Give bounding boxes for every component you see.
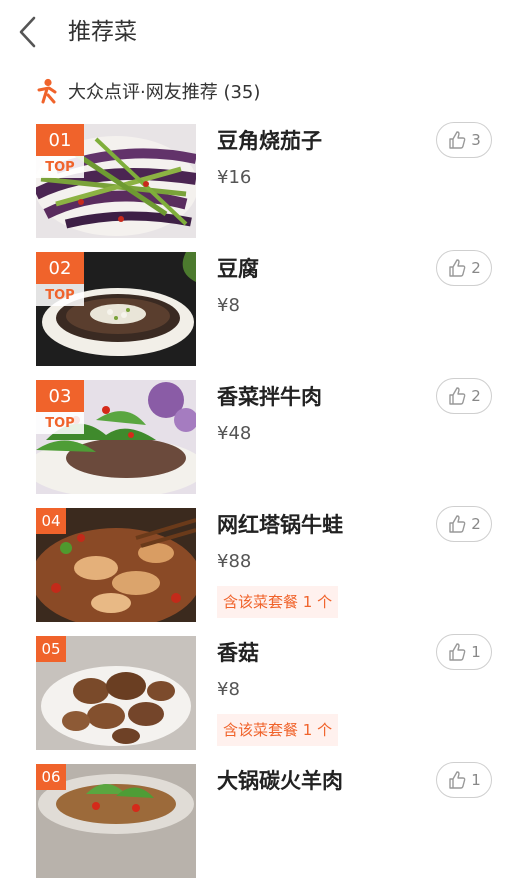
dish-item[interactable]: 04 网红塔锅牛蛙 ¥88 含该菜套餐 1 个 2	[0, 502, 513, 630]
rank-badge: 05	[36, 636, 66, 662]
dish-name: 香菜拌牛肉	[217, 385, 322, 409]
rank-badge: 01	[36, 124, 84, 156]
dish-price: ¥48	[217, 423, 252, 444]
dish-item[interactable]: 05 香菇 ¥8 含该菜套餐 1 个 1	[0, 630, 513, 758]
like-button[interactable]: 2	[436, 378, 492, 414]
dish-price: ¥16	[217, 167, 252, 188]
dish-price: ¥8	[217, 295, 240, 316]
dish-price: ¥8	[217, 679, 240, 700]
like-button[interactable]: 1	[436, 634, 492, 670]
like-count: 3	[471, 131, 481, 149]
dish-item[interactable]: 02 TOP 豆腐 ¥8 2	[0, 246, 513, 374]
dish-name: 豆角烧茄子	[217, 129, 322, 153]
dish-item[interactable]: 06 大锅碳火羊肉 1	[0, 758, 513, 886]
set-meal-tag[interactable]: 含该菜套餐 1 个	[217, 714, 339, 746]
dish-item[interactable]: 03 TOP 香菜拌牛肉 ¥48 2	[0, 374, 513, 502]
dish-list: 01 TOP 豆角烧茄子 ¥16 3 02 TOP 豆腐 ¥8 2 03 TOP…	[0, 118, 513, 886]
header: 推荐菜	[0, 0, 513, 62]
top-tag: TOP	[36, 156, 84, 178]
back-arrow-icon[interactable]	[12, 12, 48, 52]
rank-badge: 06	[36, 764, 66, 790]
rank-badge: 04	[36, 508, 66, 534]
rank-badge: 03	[36, 380, 84, 412]
page-title: 推荐菜	[68, 19, 137, 45]
like-count: 1	[471, 771, 481, 789]
dianping-logo-icon	[37, 78, 57, 104]
like-count: 2	[471, 515, 481, 533]
like-button[interactable]: 2	[436, 506, 492, 542]
thumbs-up-icon	[449, 259, 466, 277]
like-count: 1	[471, 643, 481, 661]
dish-name: 大锅碳火羊肉	[217, 769, 343, 793]
dish-item[interactable]: 01 TOP 豆角烧茄子 ¥16 3	[0, 118, 513, 246]
source-label: 大众点评·网友推荐 (35)	[68, 82, 261, 103]
thumbs-up-icon	[449, 131, 466, 149]
like-button[interactable]: 2	[436, 250, 492, 286]
dish-price: ¥88	[217, 551, 252, 572]
thumbs-up-icon	[449, 771, 466, 789]
like-count: 2	[471, 259, 481, 277]
dish-name: 网红塔锅牛蛙	[217, 513, 343, 537]
top-tag: TOP	[36, 412, 84, 434]
thumbs-up-icon	[449, 387, 466, 405]
thumbs-up-icon	[449, 515, 466, 533]
set-meal-tag[interactable]: 含该菜套餐 1 个	[217, 586, 339, 618]
top-tag: TOP	[36, 284, 84, 306]
thumbs-up-icon	[449, 643, 466, 661]
dish-name: 香菇	[217, 641, 259, 665]
like-count: 2	[471, 387, 481, 405]
like-button[interactable]: 3	[436, 122, 492, 158]
like-button[interactable]: 1	[436, 762, 492, 798]
rank-badge: 02	[36, 252, 84, 284]
dish-name: 豆腐	[217, 257, 259, 281]
recommend-source: 大众点评·网友推荐 (35)	[36, 74, 260, 108]
